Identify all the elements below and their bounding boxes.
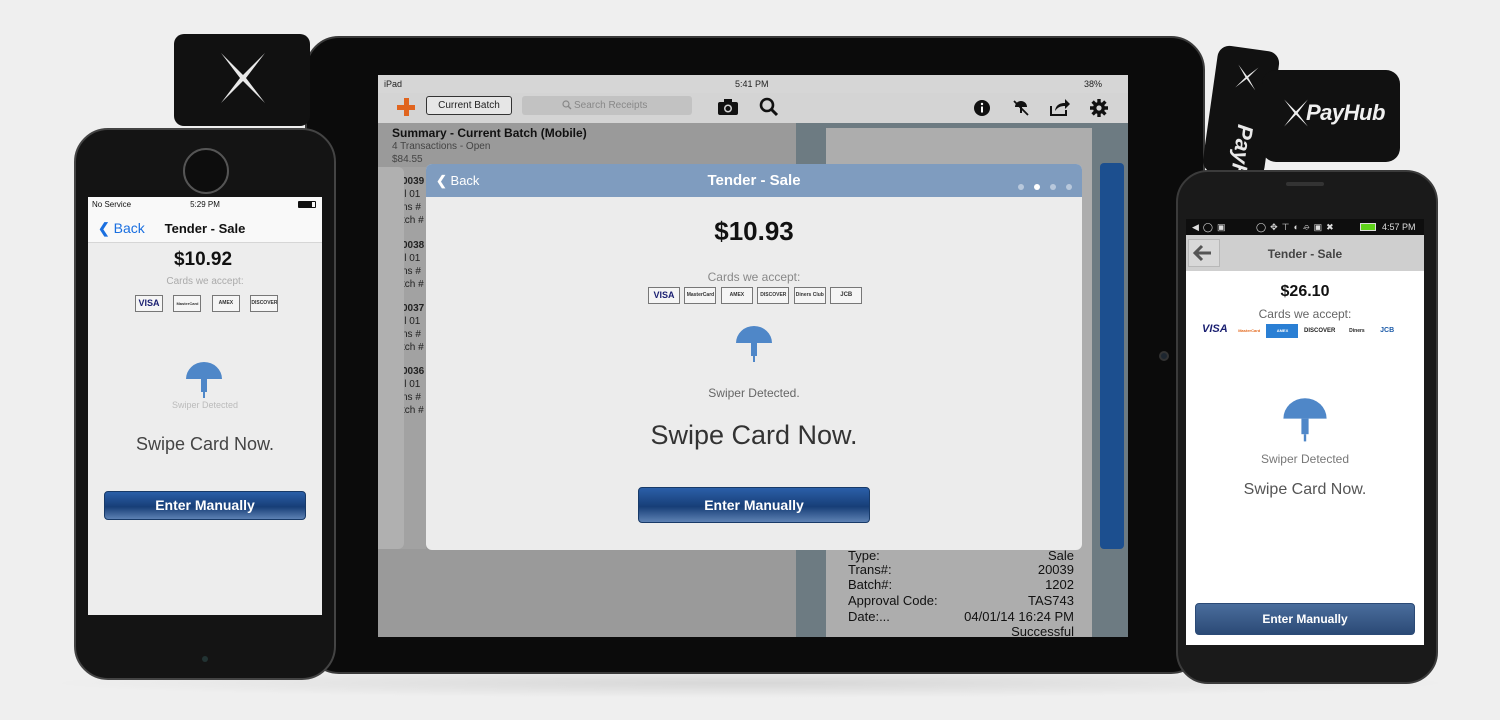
tender-sale-modal: Tender - Sale ❮ Back $10.93 Cards we acc… — [426, 164, 1082, 550]
card-swiper-icon — [1283, 398, 1327, 442]
visa-card-icon: VISA — [135, 295, 163, 312]
clock: 5:41 PM — [735, 79, 769, 89]
modal-title: Tender - Sale — [707, 172, 801, 189]
visa-card-icon: VISA — [1202, 323, 1228, 335]
page-indicator — [1008, 177, 1072, 195]
batch-summary-title[interactable]: Summary - Current Batch (Mobile) — [392, 126, 587, 140]
card-reader-right: PayHub — [1262, 70, 1400, 162]
battery-icon — [1360, 223, 1376, 231]
swiper-disabled-icon[interactable] — [1012, 99, 1030, 117]
sale-amount: $10.93 — [714, 216, 794, 246]
visa-card-icon: VISA — [648, 287, 680, 304]
cards-label: Cards we accept: — [166, 276, 244, 287]
camera-icon[interactable] — [717, 98, 739, 116]
back-label: Back — [113, 220, 145, 236]
payhub-logo-text: PayHub — [1306, 100, 1385, 125]
jcb-card-icon: JCB — [830, 287, 863, 304]
enter-manually-button[interactable]: Enter Manually — [1195, 603, 1415, 635]
previous-card-edge — [378, 167, 404, 549]
accepted-cards: VISA MasterCard AMEX DISCOVER — [135, 295, 279, 313]
back-button[interactable]: ❮ Back — [98, 220, 145, 237]
discover-card-icon: DISCOVER — [757, 287, 790, 304]
home-button — [183, 148, 229, 194]
search-placeholder: Search Receipts — [574, 100, 648, 111]
device-label: iPad — [384, 79, 403, 89]
android-speaker — [1286, 182, 1324, 186]
info-icon[interactable] — [973, 99, 991, 117]
list-item[interactable]: 0036 il 01 ns # tch # — [402, 365, 428, 417]
payhub-x-logo-icon — [1235, 64, 1259, 91]
list-item[interactable]: 0037 il 01 ns # tch # — [402, 302, 428, 354]
jcb-card-icon: JCB — [1380, 327, 1395, 334]
search-icon[interactable] — [759, 97, 779, 117]
sale-amount: $10.92 — [173, 249, 233, 270]
swipe-card-text: Swipe Card Now. — [1243, 481, 1367, 498]
battery-icon — [298, 201, 316, 208]
mastercard-icon: MasterCard — [173, 295, 202, 312]
share-icon[interactable] — [1049, 98, 1071, 117]
current-batch-button[interactable]: Current Batch — [426, 96, 512, 115]
ipad-camera — [1159, 351, 1169, 361]
list-item[interactable]: 0039 il 01 ns # tch # — [402, 175, 428, 227]
card-swiper-icon — [736, 326, 772, 362]
settings-gear-icon[interactable] — [1089, 98, 1109, 118]
card-swiper-icon — [186, 362, 222, 398]
android-status-bar: ◀◯▣ ◯✥⊤◐⌮▣✖ 4:57 PM — [1186, 219, 1424, 235]
action-bar-title: Tender - Sale — [1267, 247, 1343, 261]
discover-card-icon: DISCOVER — [1304, 328, 1336, 334]
batch-summary-subtitle: 4 Transactions - Open — [392, 141, 491, 152]
mastercard-icon: MasterCard — [684, 287, 717, 304]
chevron-left-icon: ❮ — [436, 173, 447, 188]
iphone-screen: No Service 5:29 PM ❮ Back Tender - Sale … — [88, 197, 322, 615]
payhub-x-logo-icon — [221, 53, 265, 103]
swiper-detected-text: Swiper Detected. — [708, 386, 800, 400]
clock: 5:29 PM — [190, 200, 220, 209]
enter-manually-button[interactable]: Enter Manually — [104, 491, 306, 520]
amex-card-icon: AMEX — [1266, 324, 1299, 338]
discover-card-icon: DISCOVER — [250, 295, 279, 312]
next-card-edge — [1100, 163, 1124, 549]
ipad-right-toolbar — [796, 93, 1128, 123]
cards-label: Cards we accept: — [1258, 307, 1352, 321]
nav-title: Tender - Sale — [164, 221, 246, 236]
list-item[interactable]: 0038 il 01 ns # tch # — [402, 239, 428, 291]
iphone-sensor — [202, 656, 208, 662]
diners-card-icon: Diners — [1349, 328, 1365, 334]
notification-icons: ◀◯▣ — [1192, 222, 1230, 232]
swiper-detected-text: Swiper Detected — [1260, 452, 1350, 466]
search-receipts-input[interactable]: Search Receipts — [522, 96, 692, 115]
sale-amount: $26.10 — [1280, 283, 1330, 300]
system-icons: ◯✥⊤◐⌮▣✖ — [1256, 222, 1338, 232]
card-reader-left — [174, 34, 310, 126]
back-button[interactable]: ❮ Back — [436, 173, 479, 189]
enter-manually-button[interactable]: Enter Manually — [638, 487, 870, 523]
android-screen: ◀◯▣ ◯✥⊤◐⌮▣✖ 4:57 PM Tender - Sale $26.10… — [1186, 219, 1424, 645]
accepted-cards: VISA MasterCard AMEX DISCOVER Diners JCB — [1202, 323, 1412, 339]
diners-card-icon: Diners Club — [793, 287, 826, 304]
ipad-screen: iPad 5:41 PM 38% Current Batch Search Re… — [378, 75, 1128, 637]
amex-card-icon: AMEX — [211, 295, 240, 312]
battery-level: 38% — [1084, 79, 1103, 89]
add-icon[interactable] — [396, 97, 416, 117]
mastercard-icon: MasterCard — [1238, 328, 1261, 333]
swiper-detected-text: Swiper Detected — [171, 400, 239, 410]
swipe-card-text: Swipe Card Now. — [650, 420, 858, 450]
clock: 4:57 PM — [1382, 222, 1416, 232]
chevron-left-icon: ❮ — [98, 220, 110, 236]
search-icon — [562, 100, 572, 110]
amex-card-icon: AMEX — [720, 287, 753, 304]
accepted-cards: VISA MasterCard AMEX DISCOVER Diners Clu… — [648, 287, 868, 307]
back-label: Back — [450, 173, 480, 188]
ipad-status-bar: iPad 5:41 PM 38% — [378, 75, 1128, 93]
swipe-card-text: Swipe Card Now. — [135, 434, 275, 454]
cards-label: Cards we accept: — [707, 270, 801, 284]
batch-summary-amount: $84.55 — [392, 154, 423, 165]
